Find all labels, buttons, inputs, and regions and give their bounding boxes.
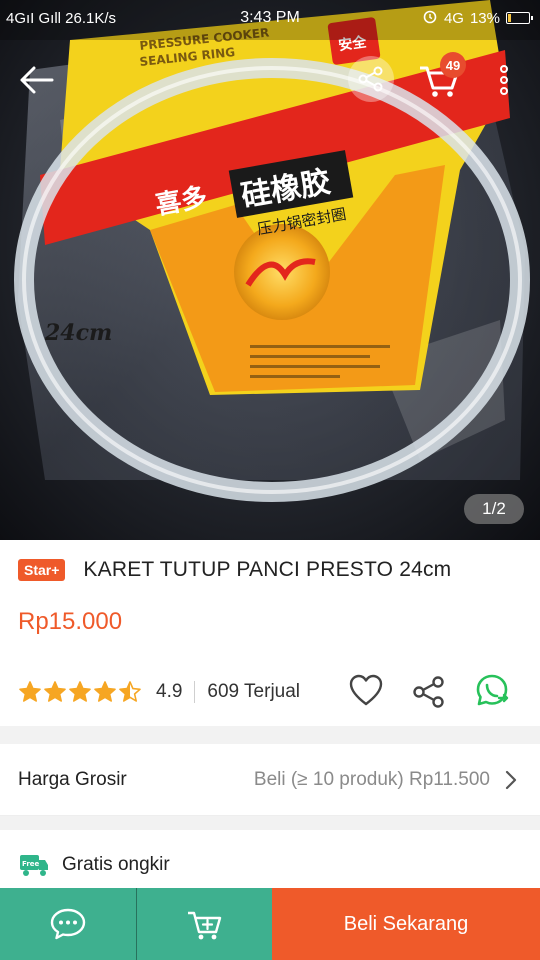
buy-now-button[interactable]: Beli Sekarang [272, 888, 540, 960]
star-plus-badge: Star+ [18, 559, 66, 581]
divider [194, 681, 196, 703]
star-icon [19, 681, 41, 702]
network-type: 4G [443, 9, 464, 27]
bottom-action-bar: Beli Sekarang [0, 888, 540, 960]
whatsapp-share-button[interactable] [474, 672, 510, 710]
rating-stars [18, 680, 142, 704]
sold-count: 609 Terjual [207, 681, 301, 702]
more-options-button[interactable] [492, 60, 516, 100]
add-to-cart-button[interactable] [136, 888, 272, 960]
share-icon [413, 676, 444, 708]
truck-tag: Free [22, 860, 40, 868]
signal-info: 4GıI Gıll 26.1K/s [6, 9, 117, 27]
product-price: Rp15.000 [18, 608, 123, 635]
rating-value: 4.9 [156, 681, 183, 702]
whatsapp-icon [476, 674, 509, 706]
add-cart-icon [187, 911, 221, 940]
product-title: KARET TUTUP PANCI PRESTO 24cm [83, 558, 452, 581]
product-title-row: Star+ KARET TUTUP PANCI PRESTO 24cm [18, 558, 526, 582]
battery-percent: 13% [469, 9, 500, 27]
alarm-icon [422, 8, 438, 28]
wishlist-button[interactable] [348, 672, 384, 710]
section-divider [0, 816, 540, 830]
free-shipping-row: Free Gratis ongkir [18, 852, 170, 878]
wholesale-value: Beli (≥ 10 produk) Rp11.500 [253, 768, 490, 790]
share-button[interactable] [412, 674, 446, 710]
truck-icon: Free [20, 855, 48, 876]
rating-row: 4.9 609 Terjual [18, 672, 528, 712]
star-icon [119, 681, 141, 702]
star-icon [44, 681, 66, 702]
back-button[interactable] [14, 58, 58, 102]
chat-seller-button[interactable] [0, 888, 136, 960]
section-divider [0, 726, 540, 744]
battery-icon [506, 12, 533, 24]
wholesale-label: Harga Grosir [18, 768, 127, 790]
share-button-top[interactable] [348, 56, 394, 102]
image-page-counter: 1/2 [464, 494, 524, 524]
cart-count-badge: 49 [440, 52, 466, 78]
more-vert-icon [500, 65, 508, 95]
status-bar: 4GıI Gıll 26.1K/s 3:43 PM 4G 13% [0, 0, 540, 36]
back-arrow-icon [20, 66, 54, 94]
free-shipping-label: Gratis ongkir [62, 854, 170, 875]
package-size-text: 24cm [44, 320, 112, 346]
heart-icon [349, 674, 383, 706]
wholesale-price-row[interactable]: Harga Grosir Beli (≥ 10 produk) Rp11.500 [0, 744, 540, 816]
chevron-right-icon [505, 770, 517, 789]
share-icon [358, 66, 383, 92]
star-icon [69, 681, 91, 702]
star-icon [94, 681, 116, 702]
chat-icon [50, 908, 86, 940]
